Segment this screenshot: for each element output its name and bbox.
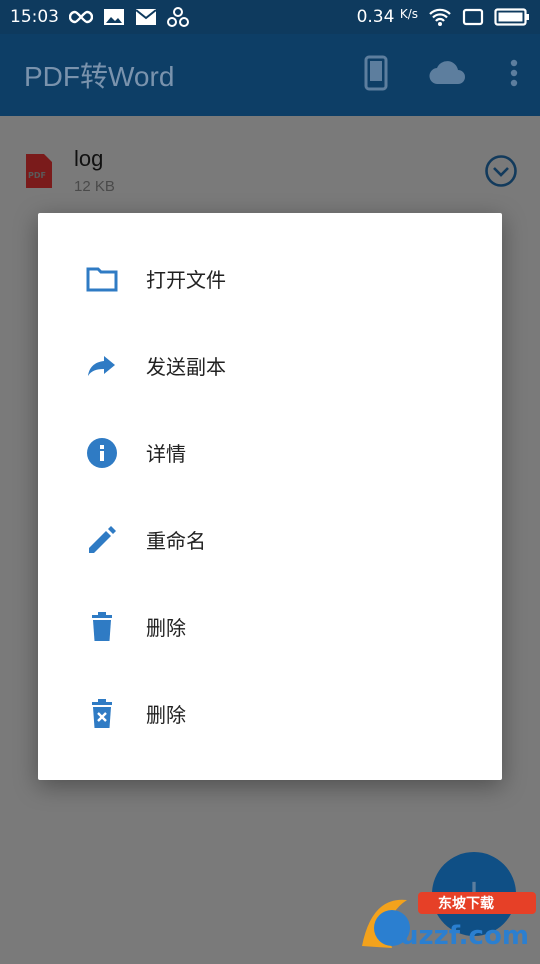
menu-item-label: 删除 — [146, 703, 186, 727]
list-item[interactable]: PDF log 12 KB — [0, 146, 540, 206]
network-speed-unit: K/s — [399, 7, 418, 21]
wifi-icon — [428, 7, 452, 27]
mail-icon — [135, 8, 157, 26]
file-name: log — [74, 146, 104, 171]
status-bar: 15:03 0.34 K/s — [0, 0, 540, 34]
phone-icon — [364, 55, 388, 95]
menu-item-delete-permanently[interactable]: 删除 — [38, 670, 502, 757]
watermark-logo: 东坡下载 uzzf.com — [352, 886, 540, 960]
screen-rotation-icon — [462, 8, 484, 26]
delete-icon — [86, 611, 118, 643]
svg-text:uzzf.com: uzzf.com — [400, 921, 529, 951]
menu-item-details[interactable]: 详情 — [38, 409, 502, 496]
svg-text:PDF: PDF — [28, 171, 46, 180]
overflow-menu-button[interactable] — [488, 43, 540, 107]
infinity-icon — [69, 10, 93, 24]
file-actions-dialog: 打开文件 发送副本 详情 重命名 删除 删除 — [38, 213, 502, 780]
folder-icon — [86, 263, 118, 295]
expand-circle-icon[interactable] — [484, 154, 518, 192]
edit-icon — [86, 524, 118, 556]
device-storage-button[interactable] — [344, 43, 408, 107]
menu-item-send-copy[interactable]: 发送副本 — [38, 322, 502, 409]
file-size: 12 KB — [74, 178, 115, 195]
svg-text:东坡下载: 东坡下载 — [438, 895, 494, 912]
menu-item-rename[interactable]: 重命名 — [38, 496, 502, 583]
battery-icon — [494, 7, 530, 27]
menu-item-label: 打开文件 — [146, 268, 226, 292]
network-speed: 0.34 K/s — [357, 7, 418, 27]
menu-item-label: 删除 — [146, 616, 186, 640]
image-notification-icon — [103, 8, 125, 26]
app-title: PDF转Word — [24, 61, 175, 92]
clock: 15:03 — [10, 7, 59, 27]
menu-item-delete[interactable]: 删除 — [38, 583, 502, 670]
cloud-icon — [428, 60, 468, 90]
pdf-file-icon: PDF — [24, 154, 52, 192]
menu-item-label: 重命名 — [146, 529, 206, 553]
share-icon — [86, 350, 118, 382]
more-vert-icon — [510, 59, 518, 91]
menu-item-label: 发送副本 — [146, 355, 226, 379]
network-speed-value: 0.34 — [356, 7, 395, 27]
network-share-icon — [167, 7, 189, 27]
delete-forever-icon — [86, 698, 118, 730]
menu-item-label: 详情 — [146, 442, 186, 466]
app-bar: PDF转Word — [0, 34, 540, 116]
menu-item-open-file[interactable]: 打开文件 — [38, 235, 502, 322]
info-icon — [86, 437, 118, 469]
cloud-storage-button[interactable] — [408, 43, 488, 107]
